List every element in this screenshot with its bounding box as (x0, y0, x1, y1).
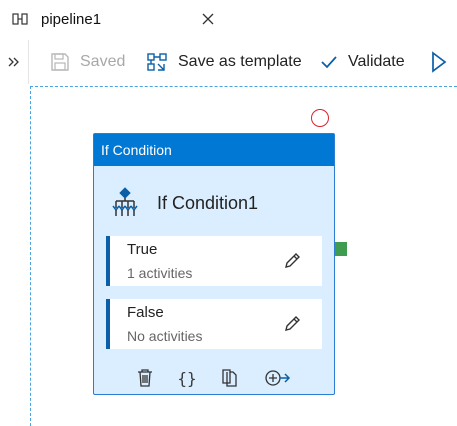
branch-status: No activities (127, 328, 203, 344)
debug-run-button[interactable] (431, 40, 447, 84)
activity-name: If Condition1 (157, 193, 259, 213)
true-branch[interactable]: True 1 activities (106, 236, 322, 286)
pencil-icon[interactable] (282, 251, 302, 271)
trash-icon (138, 369, 152, 387)
activity-actions: {} (94, 366, 334, 392)
save-as-template-label: Save as template (178, 53, 302, 70)
play-icon (432, 51, 447, 73)
failure-connector-handle[interactable] (311, 109, 329, 127)
if-condition-icon (112, 187, 138, 216)
pipeline-tab[interactable]: pipeline1 (0, 0, 240, 40)
collapse-panel-button[interactable] (0, 40, 29, 84)
branch-status: 1 activities (127, 265, 193, 281)
saved-label: Saved (80, 53, 126, 70)
branch-label: False (127, 304, 164, 321)
add-output-button[interactable] (263, 366, 293, 390)
checkmark-icon (320, 54, 338, 70)
pipeline-toolbar: Saved Save as template Validate (0, 40, 457, 84)
success-connector-handle[interactable] (335, 242, 347, 256)
pipeline-icon (12, 13, 28, 25)
validate-label: Validate (348, 53, 405, 70)
copy-icon (222, 369, 237, 387)
code-label: {} (177, 368, 197, 388)
code-button[interactable]: {} (174, 366, 200, 390)
save-as-template-button[interactable]: Save as template (146, 40, 302, 84)
add-output-icon (265, 370, 291, 386)
save-template-icon (146, 52, 168, 72)
pipeline-editor: pipeline1 Saved Save as template Validat… (0, 0, 457, 426)
saved-button: Saved (50, 40, 125, 84)
tab-title: pipeline1 (41, 11, 102, 28)
branch-label: True (127, 241, 158, 258)
false-branch[interactable]: False No activities (106, 299, 322, 349)
activity-type-header: If Condition (94, 134, 334, 166)
pencil-icon[interactable] (282, 314, 302, 334)
double-chevron-right-icon (8, 57, 19, 67)
close-icon[interactable] (201, 12, 215, 26)
delete-button[interactable] (132, 366, 158, 390)
validate-button[interactable]: Validate (320, 40, 405, 84)
save-disk-icon (50, 52, 70, 72)
copy-button[interactable] (216, 366, 242, 390)
if-condition-activity[interactable]: If Condition If Condition1 True 1 activi… (93, 133, 335, 395)
